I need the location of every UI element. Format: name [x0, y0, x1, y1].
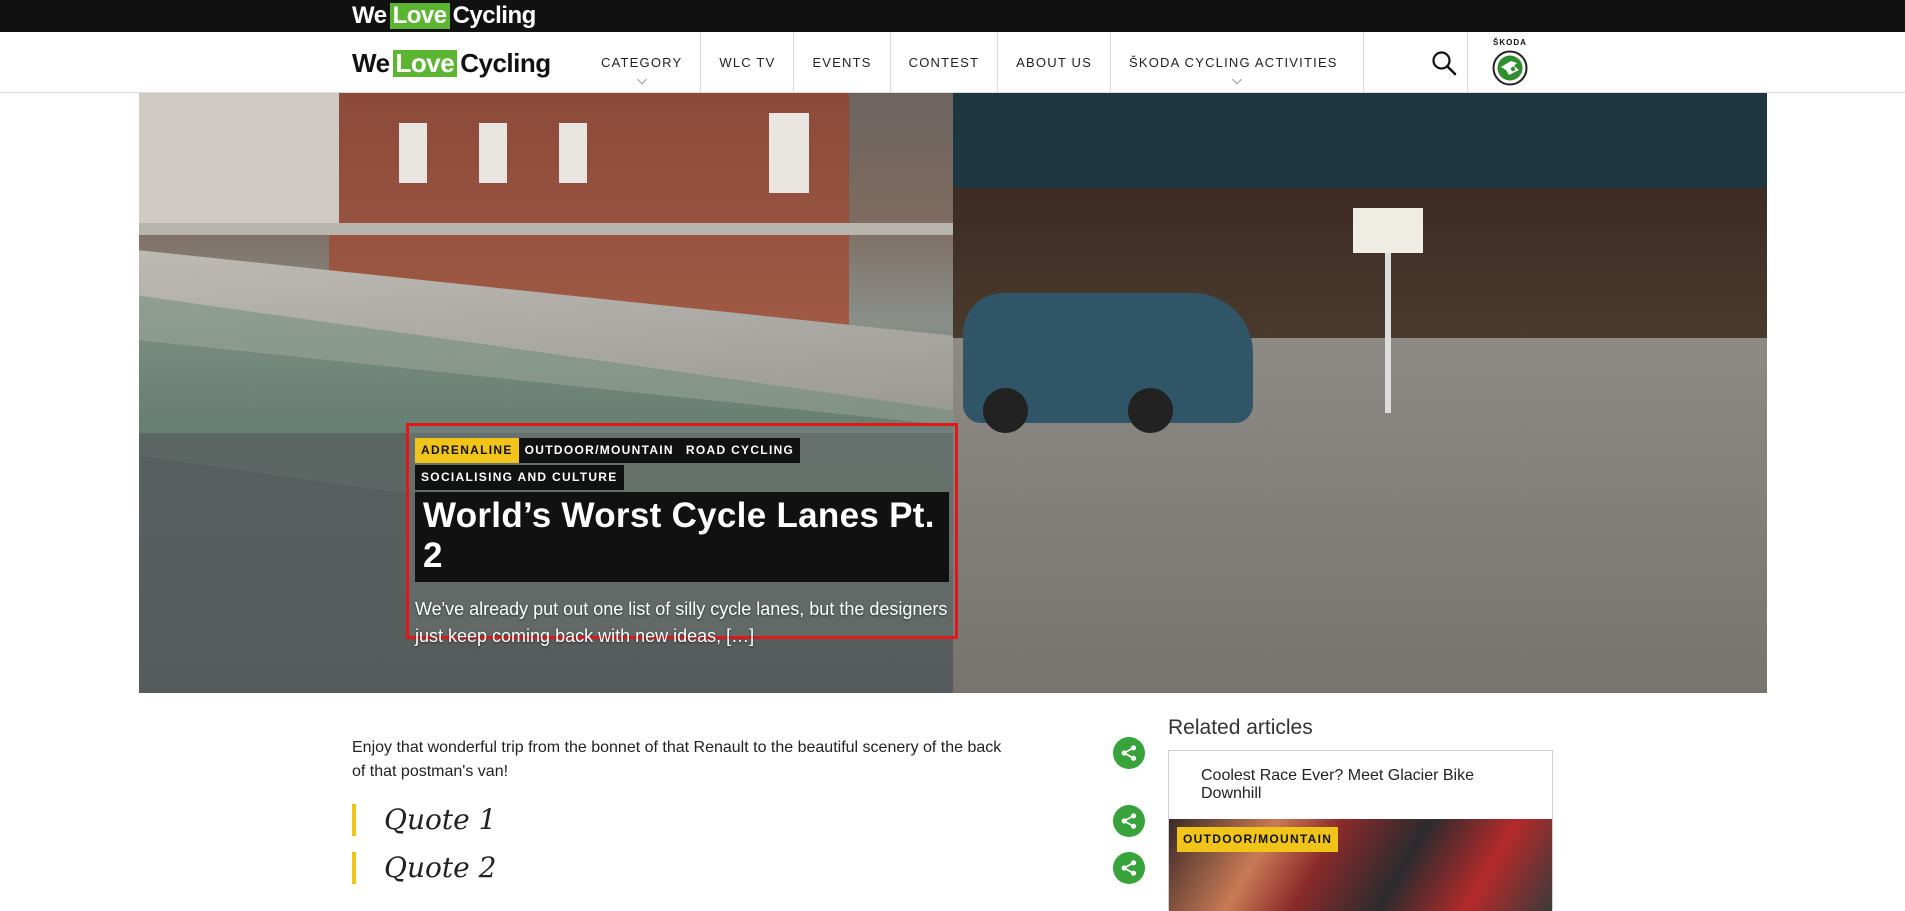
share-button[interactable]	[1113, 852, 1145, 884]
nav-item-contest[interactable]: CONTEST	[891, 32, 999, 93]
hero-banner[interactable]: ADRENALINE OUTDOOR/MOUNTAIN ROAD CYCLING…	[139, 93, 1767, 693]
nav-item-label: CONTEST	[908, 55, 980, 70]
article-quote-1: Quote 1	[352, 804, 752, 836]
tag-outdoor-mountain[interactable]: OUTDOOR/MOUNTAIN	[1177, 827, 1339, 853]
share-icon	[1121, 745, 1137, 761]
related-articles-heading: Related articles	[1168, 716, 1313, 739]
skoda-wordmark: ŠKODA	[1493, 38, 1527, 47]
nav-item-about-us[interactable]: ABOUT US	[998, 32, 1111, 93]
tag-adrenaline[interactable]: ADRENALINE	[415, 438, 519, 464]
nav-item-label: WLC TV	[719, 55, 776, 70]
nav-item-wlc-tv[interactable]: WLC TV	[701, 32, 795, 93]
chevron-down-icon	[636, 74, 647, 85]
logo-word-love: Love	[389, 3, 450, 29]
share-icon	[1121, 860, 1137, 876]
hero-title[interactable]: World’s Worst Cycle Lanes Pt. 2	[415, 492, 949, 583]
logo-word-love: Love	[392, 49, 458, 78]
search-icon	[1432, 50, 1457, 75]
hero-image-right	[953, 93, 1767, 693]
top-logo[interactable]: We Love Cycling	[352, 2, 536, 30]
hero-tags: ADRENALINE OUTDOOR/MOUNTAIN ROAD CYCLING	[415, 438, 949, 464]
logo-word-cycling: Cycling	[452, 2, 537, 29]
hero-excerpt: We've already put out one list of silly …	[415, 599, 948, 647]
nav-item-label: ABOUT US	[1016, 55, 1092, 70]
tag-socialising-and-culture[interactable]: SOCIALISING AND CULTURE	[415, 465, 624, 491]
top-bar: We Love Cycling	[0, 0, 1905, 32]
related-article-card[interactable]: Coolest Race Ever? Meet Glacier Bike Dow…	[1168, 750, 1553, 911]
main-navigation: We Love Cycling CATEGORY WLC TV EVENTS C…	[0, 32, 1905, 93]
skoda-partner-logo[interactable]: ŠKODA	[1468, 32, 1552, 93]
logo-word-cycling: Cycling	[460, 48, 551, 78]
nav-item-label: ŠKODA CYCLING ACTIVITIES	[1129, 55, 1338, 70]
share-button[interactable]	[1113, 737, 1145, 769]
tag-road-cycling[interactable]: ROAD CYCLING	[679, 438, 801, 464]
nav-item-events[interactable]: EVENTS	[794, 32, 891, 93]
logo-word-we: We	[352, 2, 387, 29]
site-logo[interactable]: We Love Cycling	[352, 48, 551, 79]
nav-item-label: EVENTS	[812, 55, 872, 70]
article-intro: Enjoy that wonderful trip from the bonne…	[352, 739, 1002, 780]
skoda-emblem-icon	[1492, 50, 1528, 86]
related-article-image[interactable]: OUTDOOR/MOUNTAIN	[1169, 819, 1552, 911]
hero-tags-row-2: SOCIALISING AND CULTURE	[415, 465, 949, 491]
share-button[interactable]	[1113, 805, 1145, 837]
search-button[interactable]	[1321, 32, 1468, 93]
nav-menu: CATEGORY WLC TV EVENTS CONTEST ABOUT US …	[583, 32, 1364, 93]
chevron-down-icon	[1231, 74, 1242, 85]
nav-item-label: CATEGORY	[601, 55, 683, 70]
tag-outdoor-mountain[interactable]: OUTDOOR/MOUNTAIN	[518, 438, 680, 464]
share-icon	[1121, 813, 1137, 829]
article-quote-2: Quote 2	[352, 852, 752, 884]
logo-word-we: We	[352, 48, 390, 78]
related-article-title[interactable]: Coolest Race Ever? Meet Glacier Bike Dow…	[1201, 767, 1501, 803]
featured-article-card[interactable]: ADRENALINE OUTDOOR/MOUNTAIN ROAD CYCLING…	[406, 423, 958, 646]
nav-item-category[interactable]: CATEGORY	[583, 32, 702, 93]
